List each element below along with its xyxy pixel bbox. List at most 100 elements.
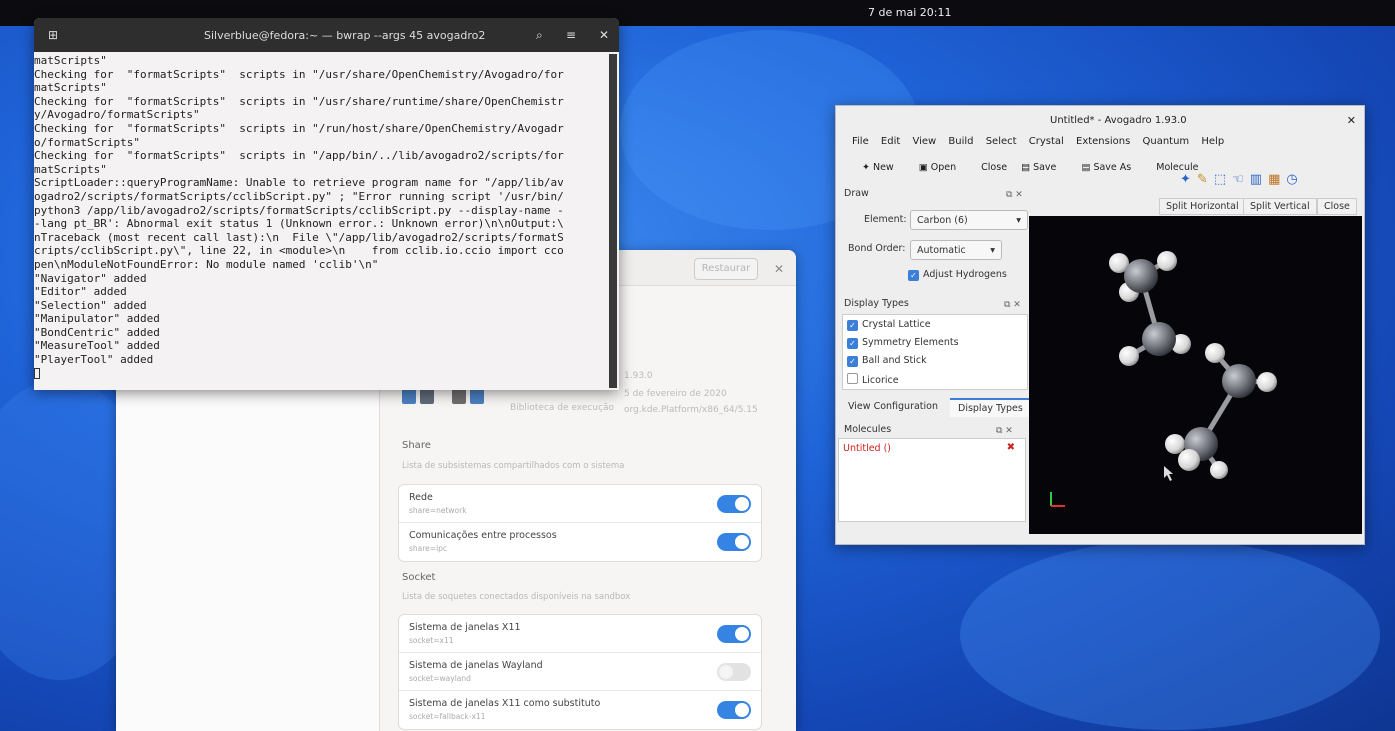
terminal-line: Checking for "formatScripts" scripts in …: [34, 94, 564, 108]
menu-build[interactable]: Build: [948, 136, 973, 147]
dock-buttons[interactable]: ⧉ ✕: [996, 426, 1013, 436]
menu-help[interactable]: Help: [1201, 136, 1224, 147]
terminal-line: python3 /app/lib/avogadro2/scripts/forma…: [34, 203, 564, 217]
menu-icon[interactable]: ≡: [566, 28, 576, 42]
dock-buttons[interactable]: ⧉ ✕: [1004, 300, 1021, 310]
display-type-item[interactable]: ✓ Ball and Stick: [847, 355, 927, 367]
terminal-window: ⊞ Silverblue@fedora:~ — bwrap --args 45 …: [34, 18, 619, 390]
setting-row-ipc: Comunicações entre processos share=ipc: [399, 523, 761, 561]
tab-display-types[interactable]: Display Types: [950, 398, 1031, 417]
close-icon[interactable]: ✕: [774, 262, 784, 276]
player-icon[interactable]: ◷: [1286, 172, 1303, 187]
close-icon[interactable]: ✕: [1347, 114, 1356, 127]
setting-key: share=network: [409, 506, 467, 515]
ipc-toggle[interactable]: [717, 533, 751, 551]
save-as-label: Save As: [1093, 162, 1132, 173]
display-type-item[interactable]: ✓ Symmetry Elements: [847, 337, 959, 349]
adjust-hydrogens-checkbox[interactable]: ✓ Adjust Hydrogens: [908, 269, 1007, 281]
split-horizontal-button[interactable]: Split Horizontal: [1159, 198, 1246, 215]
bond-order-value: Automatic: [917, 245, 966, 256]
display-type-label: Symmetry Elements: [862, 337, 959, 348]
terminal-line: Checking for "formatScripts" scripts in …: [34, 121, 564, 135]
setting-label: Sistema de janelas X11: [409, 622, 521, 633]
avogadro-window: Untitled* - Avogadro 1.93.0 ✕ File Edit …: [835, 105, 1365, 545]
terminal-header: ⊞ Silverblue@fedora:~ — bwrap --args 45 …: [34, 18, 619, 52]
bond-centric-icon[interactable]: ▦: [1268, 172, 1286, 187]
check-icon: ✓: [847, 338, 858, 349]
close-view-button[interactable]: Close: [1317, 198, 1357, 215]
menu-crystal[interactable]: Crystal: [1029, 136, 1064, 147]
runtime-label: Biblioteca de execução: [510, 403, 614, 413]
menu-view[interactable]: View: [912, 136, 936, 147]
clock[interactable]: 7 de mai 20:11: [868, 6, 951, 19]
terminal-line: "BondCentric" added: [34, 325, 160, 339]
terminal-line: "Editor" added: [34, 285, 127, 299]
wallpaper-shape: [960, 540, 1380, 730]
bond-order-select[interactable]: Automatic ▾: [910, 240, 1002, 260]
tab-view-configuration[interactable]: View Configuration: [840, 398, 946, 415]
new-button[interactable]: ✦ New: [862, 162, 905, 173]
search-icon[interactable]: ⌕: [536, 28, 543, 43]
display-type-label: Licorice: [862, 375, 899, 386]
terminal-line: pen\nModuleNotFoundError: No module name…: [34, 257, 379, 271]
new-tab-icon[interactable]: ⊞: [48, 28, 58, 42]
remove-icon[interactable]: ✖: [1007, 442, 1015, 453]
fallback-x11-toggle[interactable]: [717, 701, 751, 719]
split-vertical-button[interactable]: Split Vertical: [1243, 198, 1317, 215]
element-value: Carbon (6): [917, 215, 968, 226]
display-type-label: Ball and Stick: [862, 355, 927, 366]
open-button[interactable]: ▣ Open: [919, 162, 967, 173]
menu-edit[interactable]: Edit: [881, 136, 900, 147]
terminal-line: Checking for "formatScripts" scripts in …: [34, 149, 564, 163]
save-button[interactable]: ▤ Save: [1021, 162, 1067, 173]
navigate-icon[interactable]: ✦: [1180, 172, 1197, 187]
draw-dock-title: Draw: [844, 188, 869, 199]
display-type-item[interactable]: ✓ Crystal Lattice: [847, 319, 931, 331]
menu-select[interactable]: Select: [986, 136, 1017, 147]
x11-toggle[interactable]: [717, 625, 751, 643]
terminal-line: nTraceback (most recent call last):\n Fi…: [34, 230, 564, 244]
menu-file[interactable]: File: [852, 136, 869, 147]
measure-icon[interactable]: ▥: [1250, 172, 1268, 187]
terminal-scrollbar[interactable]: [609, 54, 617, 388]
avogadro-titlebar: Untitled* - Avogadro 1.93.0 ✕: [836, 106, 1364, 130]
save-as-button[interactable]: ▤ Save As: [1081, 162, 1142, 173]
molecule-item[interactable]: Untitled (): [843, 443, 891, 454]
app-date: 5 de fevereiro de 2020: [624, 389, 727, 399]
adjust-hydrogens-label: Adjust Hydrogens: [923, 269, 1007, 280]
terminal-line: "Selection" added: [34, 298, 147, 312]
terminal-line: "Navigator" added: [34, 271, 147, 285]
terminal-output[interactable]: matScripts" Checking for "formatScripts" …: [34, 54, 606, 390]
terminal-line: matScripts": [34, 162, 107, 176]
wayland-toggle[interactable]: [717, 663, 751, 681]
setting-row-x11: Sistema de janelas X11 socket=x11: [399, 615, 761, 653]
draw-icon[interactable]: ✎: [1197, 172, 1214, 187]
close-icon[interactable]: ✕: [599, 28, 609, 42]
terminal-line: -lang pt_BR': Abnormal exit status 1 (Un…: [34, 217, 564, 231]
socket-card: Sistema de janelas X11 socket=x11 Sistem…: [398, 614, 762, 730]
manipulate-icon[interactable]: ☜: [1232, 172, 1250, 187]
dock-buttons[interactable]: ⧉ ✕: [1006, 190, 1023, 200]
restore-button[interactable]: Restaurar: [694, 258, 758, 280]
network-toggle[interactable]: [717, 495, 751, 513]
molecule-viewport[interactable]: [1029, 216, 1362, 534]
setting-row-network: Rede share=network: [399, 485, 761, 523]
close-doc-button[interactable]: Close: [981, 162, 1007, 173]
terminal-line: Checking for "formatScripts" scripts in …: [34, 67, 564, 81]
menu-quantum[interactable]: Quantum: [1143, 136, 1190, 147]
select-icon[interactable]: ⬚: [1214, 172, 1232, 187]
share-title: Share: [402, 440, 431, 451]
terminal-line: "Manipulator" added: [34, 312, 160, 326]
molecule-render: [1050, 251, 1277, 507]
runtime-value: org.kde.Platform/x86_64/5.15: [624, 405, 758, 415]
element-select[interactable]: Carbon (6) ▾: [910, 210, 1028, 230]
menu-extensions[interactable]: Extensions: [1076, 136, 1130, 147]
socket-title: Socket: [402, 572, 436, 583]
display-type-item[interactable]: Licorice: [847, 373, 899, 386]
molecules-dock-title: Molecules: [844, 424, 892, 435]
terminal-line: matScripts": [34, 54, 107, 67]
share-card: Rede share=network Comunicações entre pr…: [398, 484, 762, 562]
setting-label: Rede: [409, 492, 433, 503]
checkbox-empty-icon: [847, 373, 858, 384]
axis-indicator: [1050, 492, 1065, 507]
